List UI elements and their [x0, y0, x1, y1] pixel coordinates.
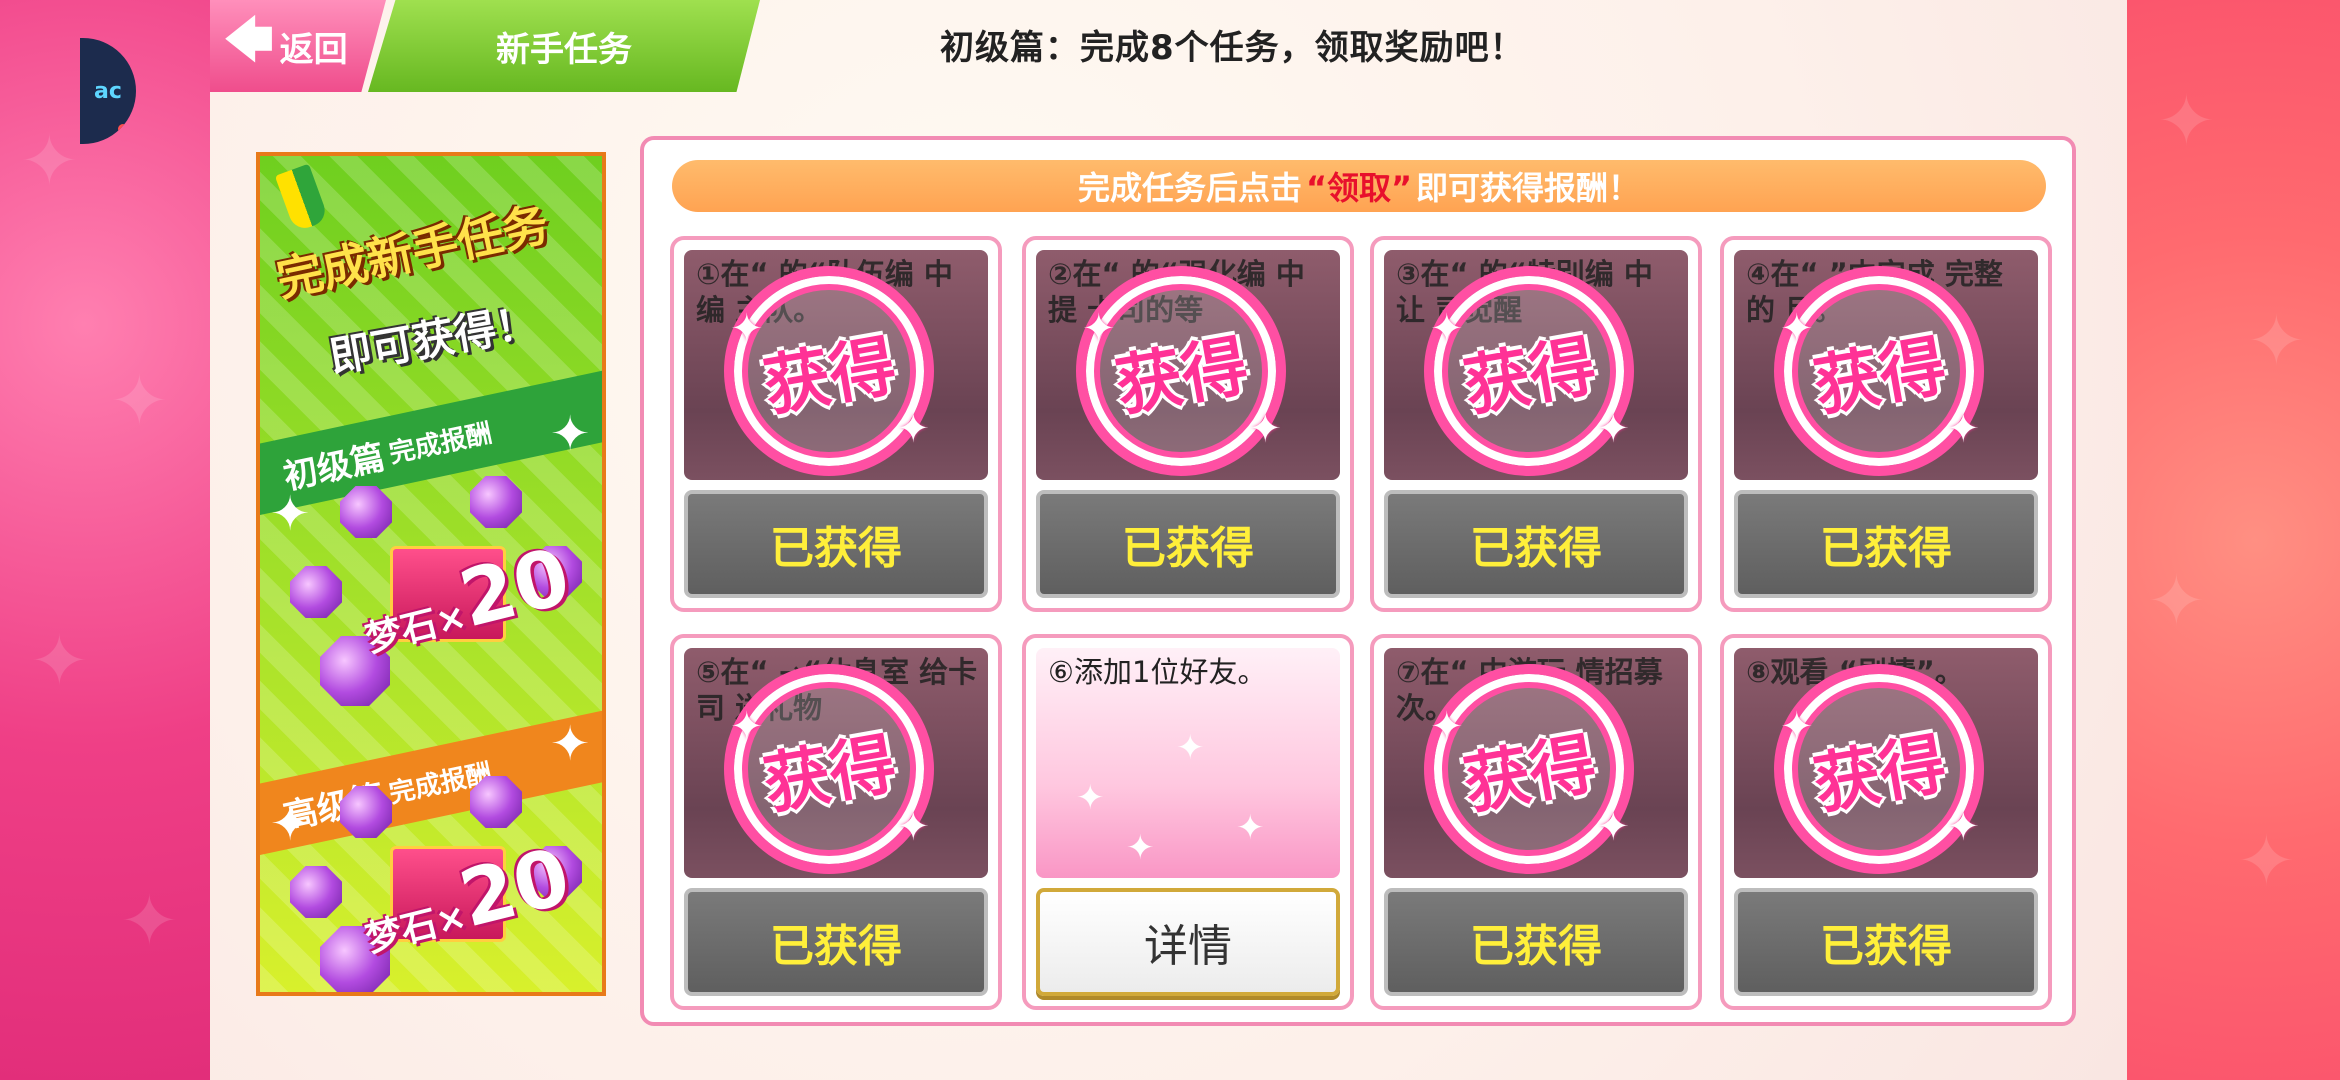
task-status-button: 已获得	[1384, 490, 1688, 598]
obtained-stamp-icon: 获得 ✦ ✦	[724, 664, 934, 874]
arrow-left-icon: 🡄	[224, 11, 274, 68]
sparkle-icon: ✦	[730, 306, 764, 352]
sparkle-icon: ✦	[896, 406, 930, 452]
obtained-stamp-icon: 获得 ✦ ✦	[1424, 266, 1634, 476]
stamp-text: 获得	[1808, 725, 1952, 824]
task-card: ⑤在“ →“休息室 给卡司 送礼物 获得 ✦ ✦ 已获得	[670, 634, 1002, 1010]
gem-icon	[470, 476, 522, 528]
stamp-text: 获得	[1808, 327, 1952, 426]
back-button-label: 返回	[279, 29, 348, 70]
obtained-stamp-icon: 获得 ✦ ✦	[1774, 664, 1984, 874]
sparkle-decoration: ✦	[110, 360, 169, 442]
task-image: ⑧观看 “剧情”。 获得 ✦ ✦	[1734, 648, 2038, 878]
sparkle-icon: ✦	[1596, 804, 1630, 850]
sparkle-decoration: ✦	[2147, 560, 2206, 642]
task-card: ④在“ ”中完成 完整的 目。 获得 ✦ ✦ 已获得	[1720, 236, 2052, 612]
task-status-button: 已获得	[684, 490, 988, 598]
task-status-button: 已获得	[684, 888, 988, 996]
beginner-leaf-icon	[274, 163, 330, 233]
sparkle-decoration: ✦	[2237, 820, 2296, 902]
task-card: ⑥添加1位好友。 ✦ ✦ ✦ ✦ 详情	[1022, 634, 1354, 1010]
app-logo-text: ac	[94, 78, 122, 104]
reward-name: 梦石	[361, 903, 442, 961]
sparkle-icon: ✦	[1946, 804, 1980, 850]
task-card: ⑦在“ 中游玩 情招募 次。 获得 ✦ ✦ 已获得	[1370, 634, 1702, 1010]
task-status-button: 已获得	[1036, 490, 1340, 598]
task-detail-button[interactable]: 详情	[1036, 888, 1340, 996]
task-card: ②在“ 的“强化编 中提 卡司的等 获得 ✦ ✦ 已获得	[1022, 236, 1354, 612]
obtained-stamp-icon: 获得 ✦ ✦	[1774, 266, 1984, 476]
hint-after: 即可获得报酬！	[1416, 169, 1641, 207]
promo-subheadline: 即可获得！	[325, 297, 542, 382]
reward-name: 梦石	[361, 603, 442, 661]
sparkle-icon: ✦	[1076, 778, 1105, 818]
stamp-text: 获得	[758, 725, 902, 824]
hint-bar: 完成任务后点击 “领取” 即可获得报酬！	[672, 160, 2046, 212]
gem-icon	[290, 866, 342, 918]
sparkle-icon: ✦	[1430, 704, 1464, 750]
promo-banner: 完成新手任务 即可获得！ 初级篇 完成报酬 ✦ ✦ 梦石×20 高级篇 完成报酬…	[256, 152, 606, 996]
obtained-stamp-icon: 获得 ✦ ✦	[1076, 266, 1286, 476]
sparkle-icon: ✦	[1176, 728, 1205, 768]
sparkle-icon: ✦	[1946, 406, 1980, 452]
sparkle-icon: ✦	[1596, 406, 1630, 452]
sparkle-icon: ✦	[1430, 306, 1464, 352]
sparkle-icon: ✦	[1780, 704, 1814, 750]
task-card: ③在“ 的“特别编 中让 司觉醒 获得 ✦ ✦ 已获得	[1370, 236, 1702, 612]
task-status-button: 已获得	[1734, 490, 2038, 598]
sparkle-icon: ✦	[550, 716, 591, 772]
sparkle-decoration: ✦	[20, 120, 79, 202]
stamp-text: 获得	[1110, 327, 1254, 426]
sparkle-decoration: ✦	[2157, 80, 2216, 162]
sparkle-icon: ✦	[1126, 828, 1155, 868]
sparkle-icon: ✦	[550, 406, 591, 462]
sparkle-decoration: ✦	[120, 880, 179, 962]
sparkle-icon: ✦	[896, 804, 930, 850]
sparkle-icon: ✦	[1248, 406, 1282, 452]
stamp-text: 获得	[1458, 327, 1602, 426]
obtained-stamp-icon: 获得 ✦ ✦	[724, 266, 934, 476]
task-image: ⑤在“ →“休息室 给卡司 送礼物 获得 ✦ ✦	[684, 648, 988, 878]
right-background: ✦ ✦ ✦ ✦	[2127, 0, 2340, 1080]
task-image: ③在“ 的“特别编 中让 司觉醒 获得 ✦ ✦	[1384, 250, 1688, 480]
task-image: ①在“ 的“队伍编 中编 主队。 获得 ✦ ✦	[684, 250, 988, 480]
gem-icon	[340, 486, 392, 538]
top-bar: 新手任务 🡄 返回	[210, 0, 760, 92]
task-card: ①在“ 的“队伍编 中编 主队。 获得 ✦ ✦ 已获得	[670, 236, 1002, 612]
sparkle-icon: ✦	[270, 486, 311, 542]
stamp-text: 获得	[1458, 725, 1602, 824]
task-image: ⑥添加1位好友。 ✦ ✦ ✦ ✦	[1036, 648, 1340, 878]
notification-dot	[118, 124, 128, 134]
task-image: ⑦在“ 中游玩 情招募 次。 获得 ✦ ✦	[1384, 648, 1688, 878]
tab-title-text: 新手任务	[496, 29, 632, 70]
obtained-stamp-icon: 获得 ✦ ✦	[1424, 664, 1634, 874]
sparkle-decoration: ✦	[2247, 300, 2306, 382]
sparkle-icon: ✦	[1780, 306, 1814, 352]
stamp-text: 获得	[758, 327, 902, 426]
task-image: ②在“ 的“强化编 中提 卡司的等 获得 ✦ ✦	[1036, 250, 1340, 480]
sparkle-icon: ✦	[270, 796, 311, 852]
task-description: ⑥添加1位好友。	[1048, 655, 1267, 689]
sparkle-icon: ✦	[730, 704, 764, 750]
hint-highlight: “领取”	[1305, 169, 1413, 207]
task-card: ⑧观看 “剧情”。 获得 ✦ ✦ 已获得	[1720, 634, 2052, 1010]
sparkle-icon: ✦	[1236, 808, 1265, 848]
hint-before: 完成任务后点击	[1077, 169, 1302, 207]
gem-icon	[290, 566, 342, 618]
gem-icon	[340, 786, 392, 838]
page-tab-title: 新手任务	[368, 0, 760, 92]
task-status-button: 已获得	[1734, 888, 2038, 996]
sparkle-icon: ✦	[1082, 306, 1116, 352]
page-heading: 初级篇：完成8个任务，领取奖励吧！	[940, 28, 1525, 68]
task-status-button: 已获得	[1384, 888, 1688, 996]
task-image: ④在“ ”中完成 完整的 目。 获得 ✦ ✦	[1734, 250, 2038, 480]
left-background: ✦ ✦ ✦ ✦	[0, 0, 210, 1080]
sparkle-decoration: ✦	[30, 620, 89, 702]
back-button[interactable]: 🡄 返回	[210, 0, 386, 92]
gem-icon	[470, 776, 522, 828]
